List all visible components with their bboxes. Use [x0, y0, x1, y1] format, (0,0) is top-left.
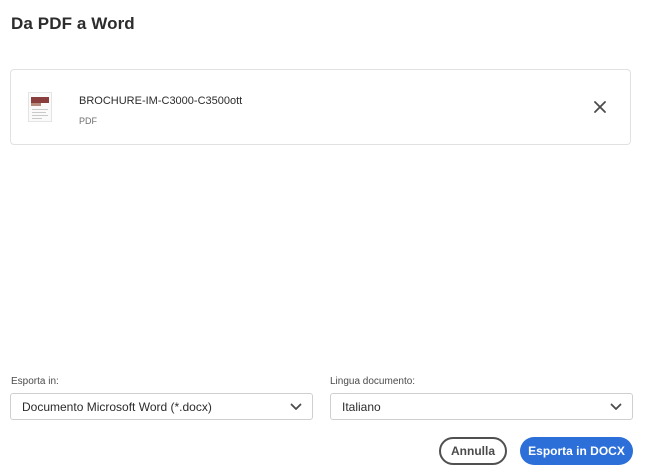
export-format-select[interactable]: Documento Microsoft Word (*.docx)	[10, 393, 313, 420]
file-type: PDF	[79, 116, 97, 126]
file-name: BROCHURE-IM-C3000-C3500ott	[79, 95, 243, 107]
chevron-down-icon	[290, 403, 302, 410]
export-docx-button[interactable]: Esporta in DOCX	[520, 437, 633, 465]
pdf-thumbnail-icon	[28, 92, 52, 122]
remove-file-button[interactable]	[591, 98, 609, 116]
cancel-button[interactable]: Annulla	[439, 437, 507, 465]
close-icon	[594, 101, 606, 113]
chevron-down-icon	[610, 403, 622, 410]
document-language-label: Lingua documento:	[330, 376, 416, 387]
file-card: BROCHURE-IM-C3000-C3500ott PDF	[10, 69, 631, 145]
export-format-value: Documento Microsoft Word (*.docx)	[22, 400, 212, 414]
document-language-select[interactable]: Italiano	[330, 393, 633, 420]
dialog-title: Da PDF a Word	[11, 14, 135, 33]
export-to-label: Esporta in:	[11, 376, 59, 387]
document-language-value: Italiano	[342, 400, 381, 414]
